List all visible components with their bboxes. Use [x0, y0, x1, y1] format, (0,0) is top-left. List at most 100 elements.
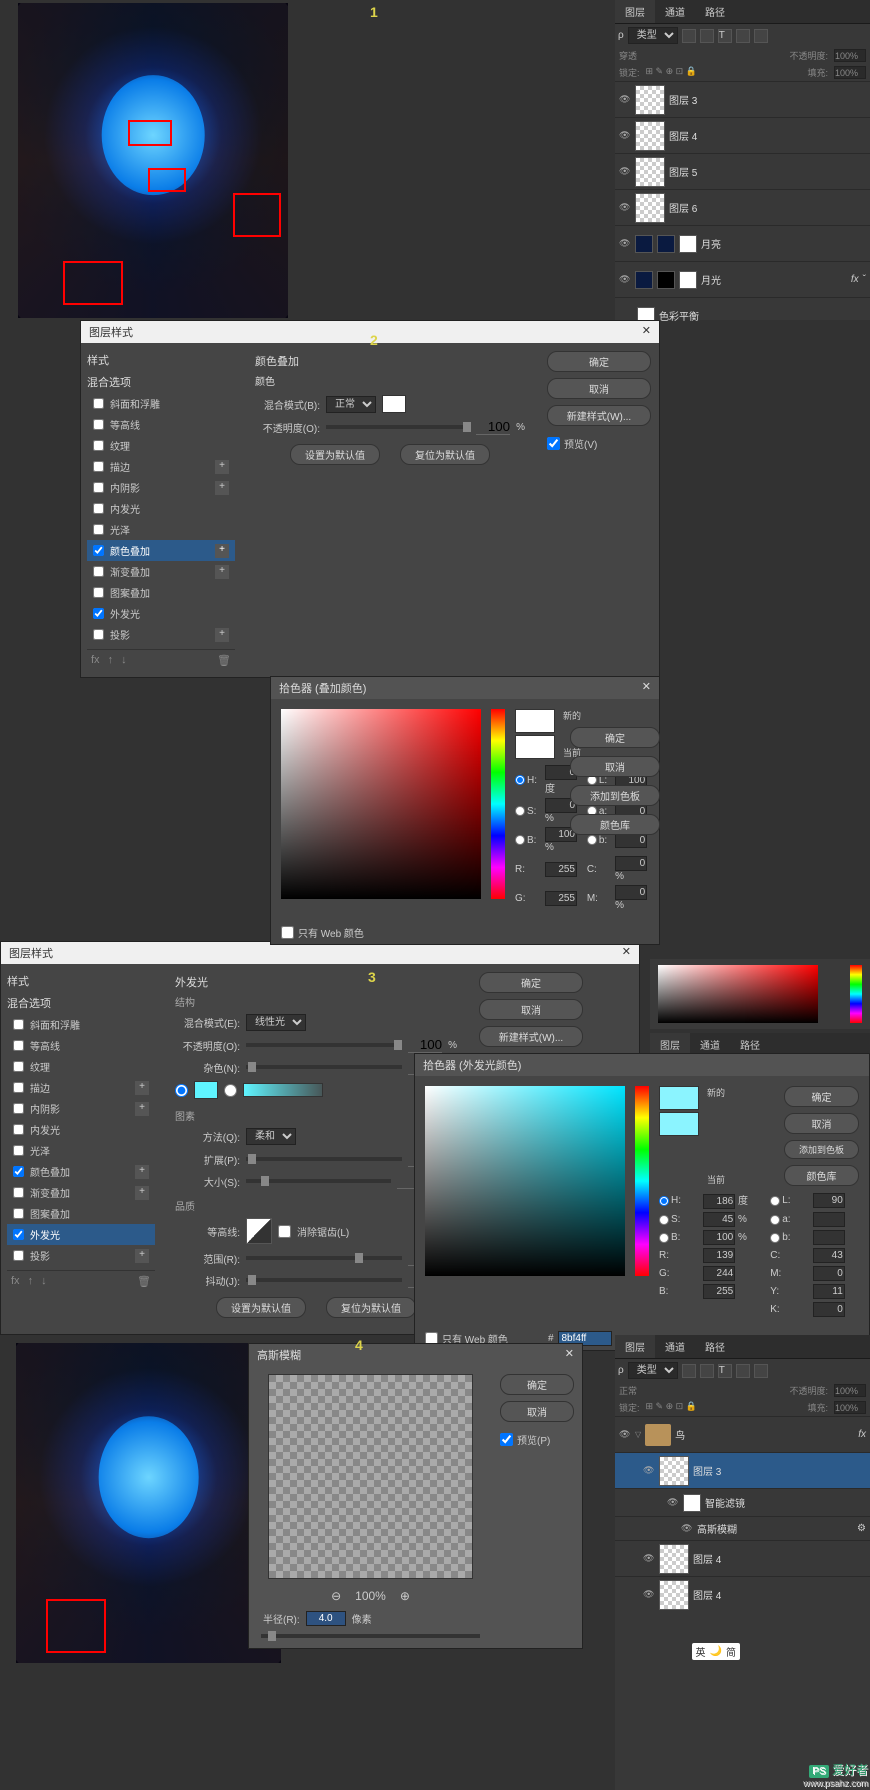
- layer-row[interactable]: 月光fxˇ: [615, 261, 870, 297]
- k-input[interactable]: [813, 1302, 845, 1317]
- effect-item[interactable]: 颜色叠加+: [87, 540, 235, 561]
- hue-slider[interactable]: [491, 709, 505, 899]
- zoom-in-icon[interactable]: ⊕: [400, 1589, 410, 1603]
- web-only-check[interactable]: [281, 926, 294, 939]
- filter-icon[interactable]: [754, 29, 768, 43]
- arrow-up-icon[interactable]: ↑: [28, 1275, 34, 1288]
- s-radio[interactable]: [659, 1215, 669, 1225]
- color-radio[interactable]: [175, 1084, 188, 1097]
- reset-default-button[interactable]: 复位为默认值: [326, 1297, 416, 1318]
- tab-channels[interactable]: 通道: [655, 1335, 695, 1358]
- effect-item[interactable]: 纹理: [7, 1056, 155, 1077]
- s-input[interactable]: [703, 1212, 735, 1227]
- radius-slider[interactable]: [261, 1634, 480, 1638]
- add-swatch-button[interactable]: 添加到色板: [570, 785, 660, 806]
- m-input[interactable]: [615, 885, 647, 900]
- cancel-button[interactable]: 取消: [547, 378, 651, 399]
- opacity-slider[interactable]: [326, 425, 470, 429]
- filter-icon[interactable]: [700, 29, 714, 43]
- effect-item[interactable]: 外发光: [7, 1224, 155, 1245]
- effect-item[interactable]: 光泽: [87, 519, 235, 540]
- range-slider[interactable]: [246, 1256, 402, 1260]
- eye-icon[interactable]: [619, 166, 631, 178]
- effect-item[interactable]: 渐变叠加+: [87, 561, 235, 582]
- s-radio[interactable]: [515, 806, 525, 816]
- layer-row[interactable]: 图层 6: [615, 189, 870, 225]
- effect-item[interactable]: 投影+: [87, 624, 235, 645]
- filter-icon[interactable]: [682, 29, 696, 43]
- add-icon[interactable]: +: [215, 544, 229, 558]
- opacity-input[interactable]: [834, 1384, 866, 1397]
- add-icon[interactable]: +: [215, 565, 229, 579]
- layer-row-selected[interactable]: 图层 3: [615, 1452, 870, 1488]
- fx-icon[interactable]: fx: [91, 654, 100, 667]
- cancel-button[interactable]: 取消: [479, 999, 583, 1020]
- effect-item[interactable]: 光泽: [7, 1140, 155, 1161]
- radius-input[interactable]: [306, 1611, 346, 1626]
- layer-group[interactable]: ▽鸟fx: [615, 1416, 870, 1452]
- layer-row[interactable]: 图层 5: [615, 153, 870, 189]
- eye-icon[interactable]: [643, 1589, 655, 1601]
- eye-icon[interactable]: [643, 1553, 655, 1565]
- hue-slider[interactable]: [635, 1086, 649, 1276]
- set-default-button[interactable]: 设置为默认值: [290, 444, 380, 465]
- add-icon[interactable]: +: [215, 628, 229, 642]
- tab-paths[interactable]: 路径: [695, 0, 735, 23]
- arrow-down-icon[interactable]: ↓: [121, 654, 127, 667]
- arrow-down-icon[interactable]: ↓: [41, 1275, 47, 1288]
- gradient-radio[interactable]: [224, 1084, 237, 1097]
- effect-item[interactable]: 描边+: [87, 456, 235, 477]
- filter-icon[interactable]: [736, 29, 750, 43]
- zoom-out-icon[interactable]: ⊖: [331, 1589, 341, 1603]
- smart-filter-row[interactable]: 智能滤镜: [615, 1488, 870, 1516]
- preview-check[interactable]: [500, 1433, 513, 1446]
- b-radio[interactable]: [659, 1233, 669, 1243]
- cancel-button[interactable]: 取消: [500, 1401, 574, 1422]
- l-input[interactable]: [813, 1193, 845, 1208]
- effect-item[interactable]: 内发光: [87, 498, 235, 519]
- saturation-field[interactable]: [425, 1086, 625, 1276]
- blend-mode-select[interactable]: 正常: [326, 396, 376, 413]
- effect-item[interactable]: 图案叠加: [87, 582, 235, 603]
- trash-icon[interactable]: 🗑: [137, 1275, 151, 1288]
- b-input[interactable]: [703, 1230, 735, 1245]
- effect-item[interactable]: 颜色叠加+: [7, 1161, 155, 1182]
- h-radio[interactable]: [659, 1196, 669, 1206]
- tab-channels[interactable]: 通道: [655, 0, 695, 23]
- add-swatch-button[interactable]: 添加到色板: [784, 1140, 859, 1159]
- opacity-slider[interactable]: [246, 1043, 402, 1047]
- y-input[interactable]: [813, 1284, 845, 1299]
- l-radio[interactable]: [770, 1196, 780, 1206]
- g-input[interactable]: [545, 891, 577, 906]
- new-style-button[interactable]: 新建样式(W)...: [547, 405, 651, 426]
- chevron-down-icon[interactable]: ˇ: [863, 274, 866, 285]
- add-icon[interactable]: +: [135, 1102, 149, 1116]
- close-icon[interactable]: ✕: [622, 945, 631, 961]
- layer-row[interactable]: 月亮: [615, 225, 870, 261]
- effect-item[interactable]: 描边+: [7, 1077, 155, 1098]
- spread-slider[interactable]: [246, 1157, 402, 1161]
- layer-filter-select[interactable]: 类型: [628, 27, 678, 44]
- m-input[interactable]: [813, 1266, 845, 1281]
- add-icon[interactable]: +: [135, 1249, 149, 1263]
- a-radio[interactable]: [770, 1215, 780, 1225]
- filter-icon[interactable]: T: [718, 29, 732, 43]
- cancel-button[interactable]: 取消: [784, 1113, 859, 1134]
- noise-slider[interactable]: [246, 1065, 402, 1069]
- set-default-button[interactable]: 设置为默认值: [216, 1297, 306, 1318]
- add-icon[interactable]: +: [215, 460, 229, 474]
- opacity-input[interactable]: [408, 1037, 442, 1053]
- eye-icon[interactable]: [619, 130, 631, 142]
- size-slider[interactable]: [246, 1179, 391, 1183]
- saturation-field[interactable]: [281, 709, 481, 899]
- add-icon[interactable]: +: [135, 1165, 149, 1179]
- effect-item[interactable]: 斜面和浮雕: [87, 393, 235, 414]
- a-input[interactable]: [813, 1212, 845, 1227]
- eye-icon[interactable]: [619, 202, 631, 214]
- eye-icon[interactable]: [619, 1429, 631, 1441]
- eye-icon[interactable]: [681, 1523, 693, 1535]
- layer-row[interactable]: 图层 3: [615, 81, 870, 117]
- add-icon[interactable]: +: [135, 1081, 149, 1095]
- fx-icon[interactable]: fx: [11, 1275, 20, 1288]
- close-icon[interactable]: ✕: [642, 324, 651, 340]
